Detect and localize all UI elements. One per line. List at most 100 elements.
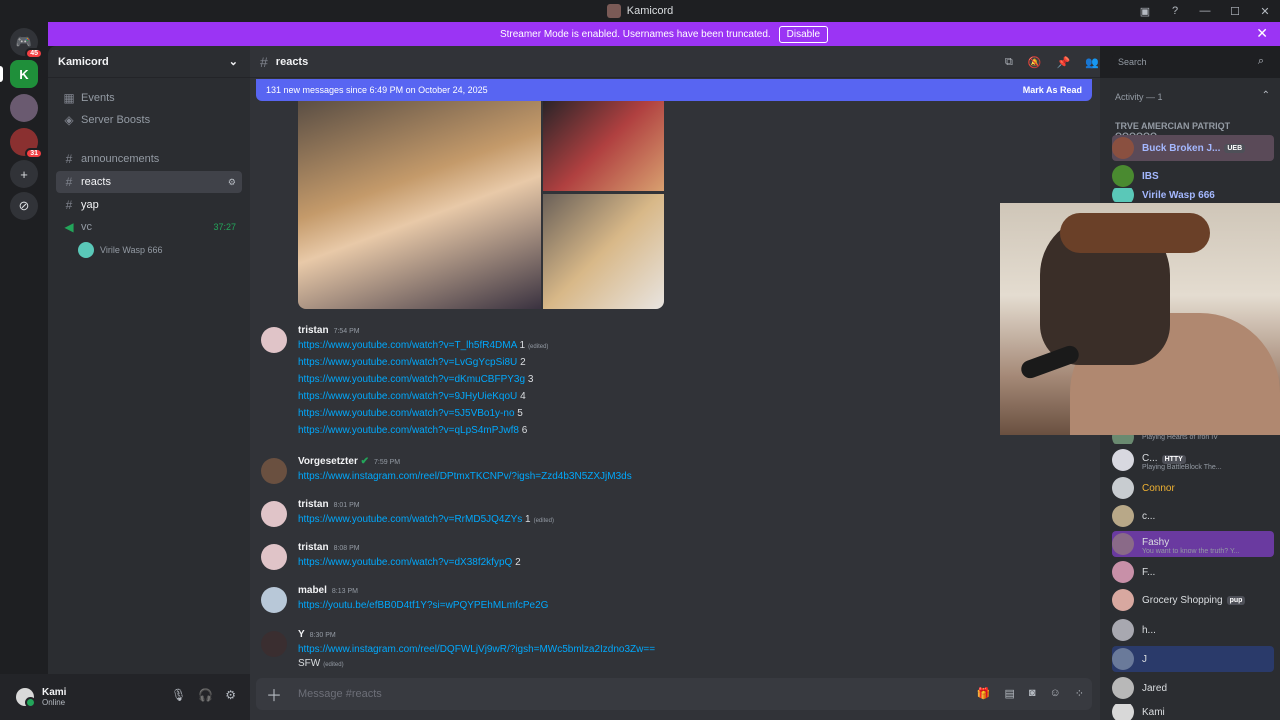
- gear-icon[interactable]: ⚙: [225, 688, 236, 702]
- sidebar-item-boosts[interactable]: ◈ Server Boosts: [56, 109, 242, 131]
- member-item[interactable]: F...: [1112, 559, 1274, 585]
- message-author[interactable]: tristan 8:01 PM: [298, 499, 360, 510]
- avatar[interactable]: [261, 327, 287, 353]
- message-link[interactable]: https://www.instagram.com/reel/DPtmxTKCN…: [298, 471, 632, 482]
- member-item[interactable]: Fashy You want to know the truth? Y...: [1112, 531, 1274, 557]
- kamicord-server-icon[interactable]: [10, 94, 38, 122]
- activity-header[interactable]: Activity — 1: [1115, 92, 1163, 102]
- message-link[interactable]: https://www.instagram.com/reel/DQFWLjVj9…: [298, 644, 655, 655]
- server-header[interactable]: Kamicord ⌄: [48, 46, 250, 78]
- attachment-image[interactable]: [543, 194, 664, 309]
- channel-vc[interactable]: ◀ vc 37:27: [56, 216, 242, 238]
- gift-icon[interactable]: 🎁: [977, 687, 991, 700]
- channel-label: vc: [81, 221, 92, 233]
- member-item[interactable]: h...: [1112, 617, 1274, 643]
- chat-area: # reacts ⧉ 🔕 📌 👥 Search 131 new messages…: [250, 46, 1270, 720]
- message-line: https://www.youtube.com/watch?v=LvGgYcpS…: [298, 357, 526, 368]
- threads-icon[interactable]: ⧉: [1005, 56, 1013, 69]
- pin-icon[interactable]: 📌: [1057, 56, 1071, 69]
- add-attachment-icon[interactable]: ＋: [266, 682, 282, 706]
- member-item[interactable]: Connor: [1112, 475, 1274, 501]
- member-item[interactable]: J: [1112, 646, 1274, 672]
- avatar[interactable]: [261, 458, 287, 484]
- message-link[interactable]: https://www.youtube.com/watch?v=dKmuCBFP…: [298, 374, 525, 385]
- message-line: https://www.instagram.com/reel/DPtmxTKCN…: [298, 471, 632, 482]
- home-server-icon[interactable]: 🎮 45: [10, 28, 43, 59]
- channel-announcements[interactable]: # announcements: [56, 148, 242, 170]
- member-item[interactable]: c...: [1112, 503, 1274, 529]
- member-item[interactable]: Buck Broken J... UEB: [1112, 135, 1274, 161]
- minimize-button[interactable]: —: [1190, 5, 1220, 17]
- member-item[interactable]: Grocery Shopping pup: [1112, 587, 1274, 613]
- headphones-icon[interactable]: 🎧: [198, 688, 213, 702]
- member-activity: Playing BattleBlock The...: [1142, 463, 1222, 471]
- search-input[interactable]: Search: [1112, 54, 1270, 72]
- member-item[interactable]: C... HTTY Playing BattleBlock The...: [1112, 447, 1274, 473]
- header-icons: ⧉ 🔕 📌 👥: [1005, 56, 1099, 69]
- member-name: c...: [1142, 510, 1156, 522]
- message-link[interactable]: https://www.youtube.com/watch?v=T_lh5fR4…: [298, 340, 517, 351]
- mark-as-read-button[interactable]: Mark As Read: [1023, 85, 1082, 95]
- chevron-up-icon[interactable]: ⌃: [1262, 90, 1270, 101]
- member-item[interactable]: Jared: [1112, 675, 1274, 701]
- emoji-icon[interactable]: ☺: [1050, 687, 1061, 700]
- add-server-icon[interactable]: +: [10, 160, 38, 188]
- avatar[interactable]: [261, 631, 287, 657]
- voice-user[interactable]: Virile Wasp 666: [78, 242, 163, 258]
- avatar[interactable]: [16, 688, 36, 708]
- message-link[interactable]: https://www.youtube.com/watch?v=LvGgYcpS…: [298, 357, 517, 368]
- message-input[interactable]: ＋ Message #reacts 🎁 ▤ ◙ ☺ ⁘: [256, 678, 1092, 710]
- message-author[interactable]: mabel 8:13 PM: [298, 585, 358, 596]
- avatar[interactable]: [261, 544, 287, 570]
- member-item[interactable]: Kami: [1112, 704, 1274, 720]
- channel-sidebar: Kamicord ⌄ ▦ Events ◈ Server Boosts # annou…: [48, 46, 250, 674]
- close-button[interactable]: ✕: [1250, 5, 1280, 18]
- boost-icon: ◈: [64, 113, 74, 127]
- message-link[interactable]: https://www.youtube.com/watch?v=qLpS4mPJ…: [298, 425, 519, 436]
- attachment-image[interactable]: [298, 101, 541, 309]
- help-icon[interactable]: ?: [1160, 5, 1190, 17]
- apps-icon[interactable]: ⁘: [1075, 687, 1084, 700]
- avatar[interactable]: [261, 587, 287, 613]
- window-controls: ▣ ? — ☐ ✕: [1130, 0, 1280, 22]
- sticker-icon[interactable]: ◙: [1029, 687, 1036, 700]
- k-server-icon[interactable]: K: [10, 60, 38, 88]
- message-link[interactable]: https://www.youtube.com/watch?v=RrMD5JQ4…: [298, 514, 522, 525]
- voice-user-name: Virile Wasp 666: [100, 245, 163, 255]
- channel-settings-icon[interactable]: ⚙: [228, 177, 236, 188]
- gif-icon[interactable]: ▤: [1004, 687, 1014, 700]
- members-icon[interactable]: 👥: [1085, 56, 1099, 69]
- avatar[interactable]: [261, 501, 287, 527]
- message-link[interactable]: https://www.youtube.com/watch?v=9JHyUieK…: [298, 391, 517, 402]
- message-author[interactable]: tristan 7:54 PM: [298, 325, 360, 336]
- member-name: Jared: [1142, 682, 1168, 694]
- message-link[interactable]: https://www.youtube.com/watch?v=5J5VBo1y…: [298, 408, 515, 419]
- message-text: 5: [517, 408, 523, 419]
- member-item[interactable]: IBS: [1112, 163, 1274, 189]
- notifications-icon[interactable]: 🔕: [1028, 56, 1042, 69]
- member-name: h...: [1142, 624, 1156, 636]
- microphone-icon[interactable]: 🎙: [171, 688, 186, 702]
- attachment-image[interactable]: [543, 101, 664, 191]
- discover-icon[interactable]: ⊘: [10, 192, 38, 220]
- channel-reacts[interactable]: # reacts ⚙: [56, 171, 242, 193]
- message-link[interactable]: https://www.youtube.com/watch?v=dX38f2kf…: [298, 557, 512, 568]
- banner-close-icon[interactable]: ✕: [1256, 25, 1268, 42]
- member-activity: You want to know the truth? Y...: [1142, 547, 1240, 555]
- other-server-icon[interactable]: 31: [10, 128, 43, 159]
- hash-icon: #: [260, 53, 268, 70]
- message-time: 8:13 PM: [331, 588, 358, 595]
- message-author[interactable]: Y 8:30 PM: [298, 629, 336, 640]
- sidebar-item-events[interactable]: ▦ Events: [56, 87, 242, 109]
- channel-yap[interactable]: # yap: [56, 194, 242, 216]
- maximize-button[interactable]: ☐: [1220, 5, 1250, 18]
- message-author[interactable]: Vorgesetzter ✔ 7:59 PM: [298, 456, 400, 467]
- member-item[interactable]: Virile Wasp 666: [1112, 188, 1274, 202]
- disable-button[interactable]: Disable: [778, 25, 829, 43]
- message-link[interactable]: https://youtu.be/efBB0D4tf1Y?si=wPQYPEhM…: [298, 600, 548, 611]
- new-messages-bar[interactable]: 131 new messages since 6:49 PM on Octobe…: [256, 79, 1092, 101]
- inbox-icon[interactable]: ▣: [1130, 5, 1160, 18]
- message-author[interactable]: tristan 8:08 PM: [298, 542, 360, 553]
- message-line: https://www.youtube.com/watch?v=9JHyUieK…: [298, 391, 526, 402]
- webcam-hat: [1060, 213, 1210, 253]
